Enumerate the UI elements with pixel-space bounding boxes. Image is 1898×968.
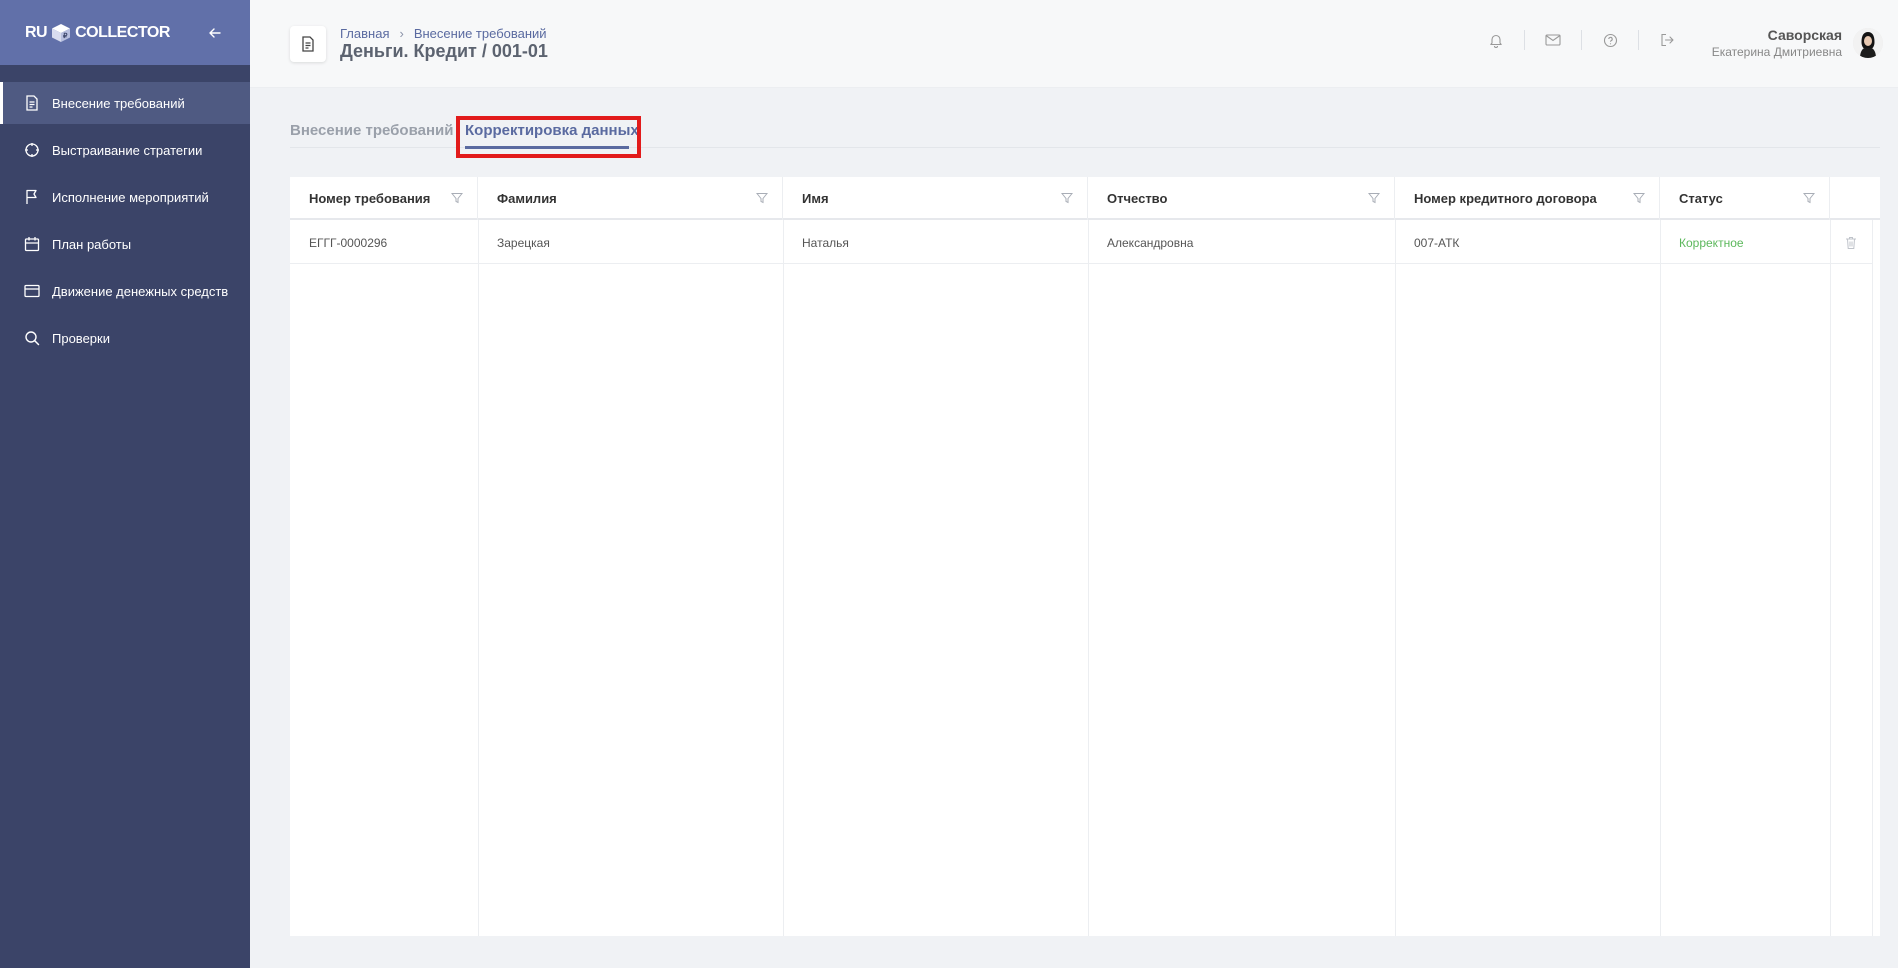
column-divider bbox=[478, 220, 479, 936]
cell-surname: Зарецкая bbox=[497, 236, 550, 250]
sidebar-item-label: Движение денежных средств bbox=[52, 283, 229, 299]
sidebar-header: RU ₽ COLLECTOR bbox=[0, 0, 250, 65]
sidebar: RU ₽ COLLECTOR Внесение требований Выстр… bbox=[0, 0, 250, 968]
arrow-left-icon bbox=[209, 27, 221, 38]
column-label: Статус bbox=[1679, 191, 1723, 206]
filter-icon[interactable] bbox=[1803, 192, 1815, 204]
cell-patronymic: Александровна bbox=[1107, 236, 1194, 250]
sidebar-item-strategy[interactable]: Выстраивание стратегии bbox=[0, 129, 250, 171]
tab-requests[interactable]: Внесение требований bbox=[290, 122, 453, 139]
filter-icon[interactable] bbox=[1368, 192, 1380, 204]
page-icon-box bbox=[290, 26, 326, 62]
page-title: Деньги. Кредит / 001-01 bbox=[340, 41, 548, 61]
cell-contract-number: 007-АТК bbox=[1414, 236, 1460, 250]
delete-row-button[interactable] bbox=[1844, 235, 1858, 251]
credit-card-icon bbox=[24, 283, 40, 299]
sidebar-nav: Внесение требований Выстраивание стратег… bbox=[0, 82, 250, 359]
crosshair-icon bbox=[24, 142, 40, 158]
column-header-contract-number[interactable]: Номер кредитного договора bbox=[1395, 177, 1660, 220]
logo-text-right: COLLECTOR bbox=[75, 23, 170, 41]
divider bbox=[1524, 30, 1525, 50]
requests-table: Номер требования Фамилия Имя Отчество Но… bbox=[290, 177, 1880, 936]
table-row[interactable]: ЕГГГ-0000296 Зарецкая Наталья Александро… bbox=[290, 222, 1872, 264]
column-divider bbox=[783, 220, 784, 936]
sidebar-item-checks[interactable]: Проверки bbox=[0, 317, 250, 359]
cell-request-number: ЕГГГ-0000296 bbox=[309, 236, 388, 250]
document-icon bbox=[302, 36, 314, 52]
header-actions bbox=[1486, 30, 1677, 50]
messages-button[interactable] bbox=[1543, 30, 1563, 50]
sidebar-item-work-plan[interactable]: План работы bbox=[0, 223, 250, 265]
filter-icon[interactable] bbox=[451, 192, 463, 204]
logo-cube-icon: ₽ bbox=[52, 23, 71, 42]
column-divider bbox=[1395, 220, 1396, 936]
column-header-request-number[interactable]: Номер требования bbox=[290, 177, 478, 220]
column-divider bbox=[1088, 220, 1089, 936]
column-header-surname[interactable]: Фамилия bbox=[478, 177, 783, 220]
active-tab-indicator bbox=[465, 146, 629, 149]
notifications-button[interactable] bbox=[1486, 30, 1506, 50]
chevron-right-icon: › bbox=[399, 26, 404, 41]
sidebar-item-cash-flow[interactable]: Движение денежных средств bbox=[0, 270, 250, 312]
avatar[interactable] bbox=[1853, 28, 1883, 58]
column-label: Номер кредитного договора bbox=[1414, 191, 1597, 206]
column-divider bbox=[1830, 220, 1831, 936]
column-divider bbox=[1660, 220, 1661, 936]
tab-data-correction[interactable]: Корректировка данных bbox=[465, 122, 639, 139]
breadcrumb-requests-link[interactable]: Внесение требований bbox=[414, 26, 547, 41]
column-label: Отчество bbox=[1107, 191, 1168, 206]
divider bbox=[1581, 30, 1582, 50]
filter-icon[interactable] bbox=[1061, 192, 1073, 204]
column-header-name[interactable]: Имя bbox=[783, 177, 1088, 220]
user-avatar-icon bbox=[1853, 28, 1883, 58]
column-label: Номер требования bbox=[309, 191, 431, 206]
column-label: Имя bbox=[802, 191, 829, 206]
help-button[interactable] bbox=[1600, 30, 1620, 50]
flag-icon bbox=[24, 189, 40, 205]
sidebar-item-events[interactable]: Исполнение мероприятий bbox=[0, 176, 250, 218]
filter-icon[interactable] bbox=[1633, 192, 1645, 204]
sidebar-item-label: Исполнение мероприятий bbox=[52, 189, 209, 205]
column-divider bbox=[1872, 220, 1873, 936]
document-icon bbox=[24, 95, 40, 111]
mail-icon bbox=[1545, 34, 1561, 46]
trash-icon bbox=[1846, 237, 1856, 249]
table-header: Номер требования Фамилия Имя Отчество Но… bbox=[290, 177, 1880, 220]
calendar-icon bbox=[24, 236, 40, 252]
column-label: Фамилия bbox=[497, 191, 557, 206]
sidebar-item-label: Проверки bbox=[52, 330, 110, 346]
logout-button[interactable] bbox=[1657, 30, 1677, 50]
help-circle-icon bbox=[1603, 33, 1617, 47]
cell-status: Корректное bbox=[1679, 236, 1744, 250]
top-header: Главная › Внесение требований Деньги. Кр… bbox=[250, 0, 1898, 88]
column-header-status[interactable]: Статус bbox=[1660, 177, 1830, 220]
tabs-bar: Внесение требований Корректировка данных bbox=[290, 108, 1880, 149]
logo-text-left: RU bbox=[25, 23, 48, 41]
bell-icon bbox=[1490, 34, 1502, 48]
user-name: Екатерина Дмитриевна bbox=[1711, 45, 1842, 59]
logout-icon bbox=[1661, 33, 1674, 47]
cell-name: Наталья bbox=[802, 236, 849, 250]
breadcrumb-home-link[interactable]: Главная bbox=[340, 26, 389, 41]
breadcrumb: Главная › Внесение требований bbox=[340, 26, 547, 41]
column-header-patronymic[interactable]: Отчество bbox=[1088, 177, 1395, 220]
column-header-actions bbox=[1830, 177, 1880, 220]
user-surname: Саворская bbox=[1767, 27, 1842, 43]
filter-icon[interactable] bbox=[756, 192, 768, 204]
sidebar-item-label: Внесение требований bbox=[52, 95, 185, 111]
divider bbox=[1638, 30, 1639, 50]
user-info[interactable]: Саворская Екатерина Дмитриевна bbox=[1712, 27, 1842, 59]
sidebar-item-requests[interactable]: Внесение требований bbox=[0, 82, 250, 124]
collapse-sidebar-button[interactable] bbox=[205, 23, 225, 43]
app-logo[interactable]: RU ₽ COLLECTOR bbox=[25, 22, 170, 44]
sidebar-item-label: План работы bbox=[52, 236, 132, 252]
sidebar-item-label: Выстраивание стратегии bbox=[52, 142, 203, 158]
search-icon bbox=[24, 330, 40, 346]
